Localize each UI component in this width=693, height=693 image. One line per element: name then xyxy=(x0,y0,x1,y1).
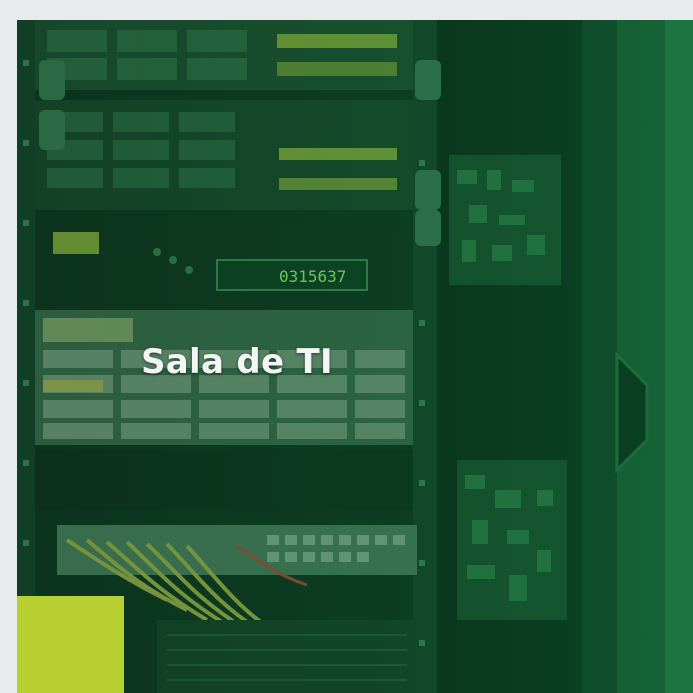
card-title[interactable]: Sala de TI xyxy=(141,342,333,382)
category-card[interactable]: 0315637 Sala de TI xyxy=(17,20,693,693)
accent-block xyxy=(17,596,124,693)
display-readout: 0315637 xyxy=(279,267,346,286)
server-rack-image: 0315637 xyxy=(17,20,693,693)
